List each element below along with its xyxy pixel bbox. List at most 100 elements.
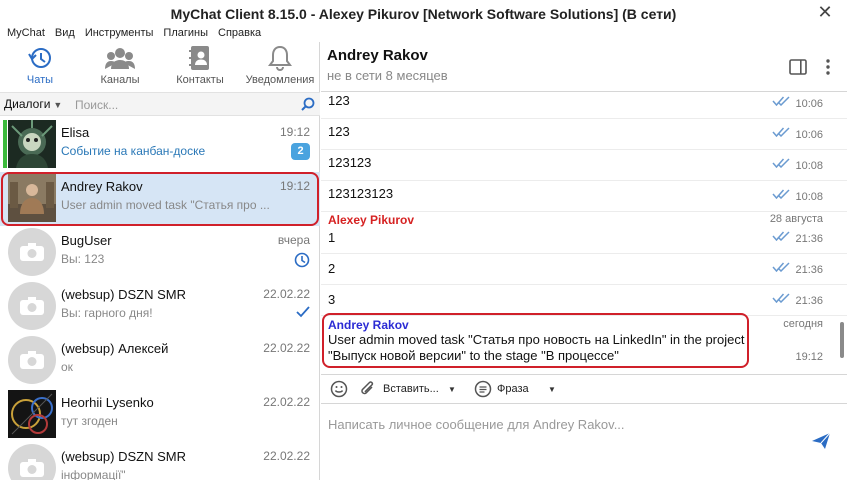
side-panel-icon[interactable]: [789, 59, 807, 78]
history-icon: [0, 45, 80, 71]
message-input[interactable]: Написать личное сообщение для Andrey Rak…: [321, 404, 847, 480]
menu-view[interactable]: Вид: [50, 26, 80, 42]
chat-list-item[interactable]: BugUser вчера Вы: 123: [0, 226, 320, 280]
window-title: MyChat Client 8.15.0 - Alexey Pikurov [N…: [170, 6, 677, 22]
message-text: 123: [328, 124, 350, 139]
avatar: [8, 390, 56, 438]
chevron-down-icon[interactable]: ▼: [448, 385, 456, 394]
phrase-button[interactable]: Фраза: [497, 383, 529, 395]
phrase-icon[interactable]: [474, 380, 492, 401]
camera-placeholder-avatar: [8, 336, 56, 384]
chat-name: (websup) DSZN SMR: [61, 449, 186, 464]
close-button[interactable]: ✕: [815, 2, 835, 23]
chevron-down-icon: ▼: [53, 100, 63, 110]
composer-toolbar: Вставить... ▼ Фраза ▼: [321, 374, 847, 404]
highlight-outline: [322, 313, 749, 368]
check-icon: [296, 306, 310, 321]
chat-list-item[interactable]: (websup) Алексей 22.02.22 ок: [0, 334, 320, 388]
chevron-down-icon[interactable]: ▼: [548, 385, 556, 394]
message-text: 123123123: [328, 186, 394, 201]
dialogs-dropdown[interactable]: Диалоги ▼: [4, 97, 62, 111]
chat-list-item[interactable]: (websup) DSZN SMR 22.02.22 інформації": [0, 442, 320, 480]
menu-bar: MyChat Вид Инструменты Плагины Справка: [0, 26, 266, 42]
chat-time: вчера: [277, 233, 310, 247]
title-bar: MyChat Client 8.15.0 - Alexey Pikurov [N…: [0, 0, 847, 26]
chat-list-item-selected[interactable]: Andrey Rakov 19:12 User admin moved task…: [0, 172, 320, 226]
bell-icon: [240, 45, 320, 71]
chat-time: 22.02.22: [263, 449, 310, 463]
camera-placeholder-avatar: [8, 444, 56, 480]
tab-channels-label: Каналы: [100, 74, 140, 86]
double-check-icon: [772, 95, 790, 109]
chat-name: (websup) Алексей: [61, 341, 169, 356]
menu-tools[interactable]: Инструменты: [80, 26, 159, 42]
double-check-icon: [772, 292, 790, 306]
contacts-icon: [160, 45, 240, 71]
chat-list-item[interactable]: Heorhii Lysenko 22.02.22 тут згоден: [0, 388, 320, 442]
send-icon[interactable]: [811, 432, 831, 453]
double-check-icon: [772, 157, 790, 171]
chat-list-item[interactable]: (websup) DSZN SMR 22.02.22 Вы: гарного д…: [0, 280, 320, 334]
chat-preview: тут згоден: [61, 414, 118, 428]
clock-icon: [294, 252, 310, 271]
chat-name: Elisa: [61, 125, 90, 140]
chat-preview: ок: [61, 360, 73, 374]
message-item: 2 21:36: [321, 254, 847, 285]
message-item: 123123 10:08: [321, 150, 847, 181]
message-time: 10:08: [795, 160, 823, 172]
message-text: 123123: [328, 155, 372, 170]
emoji-icon[interactable]: [330, 380, 348, 401]
tab-chats[interactable]: Чаты: [0, 42, 80, 90]
double-check-icon: [772, 230, 790, 244]
menu-help[interactable]: Справка: [213, 26, 266, 42]
message-time: 21:36: [795, 233, 823, 245]
camera-placeholder-avatar: [8, 282, 56, 330]
message-time: 10:08: [795, 191, 823, 203]
chat-list-item[interactable]: Elisa 19:12 Событие на канбан-доске 2: [0, 118, 320, 172]
chat-time: 22.02.22: [263, 395, 310, 409]
chat-preview: Событие на канбан-доске: [61, 144, 206, 158]
message-item: 123 10:06: [321, 92, 847, 119]
menu-plugins[interactable]: Плагины: [158, 26, 213, 42]
message-time: 19:12: [795, 351, 823, 363]
contact-name: Andrey Rakov: [327, 47, 428, 64]
menu-mychat[interactable]: MyChat: [0, 26, 50, 42]
double-check-icon: [772, 126, 790, 140]
chat-preview: інформації": [61, 468, 126, 480]
tab-contacts[interactable]: Контакты: [160, 42, 240, 90]
message-text: 2: [328, 261, 336, 276]
message-time: 21:36: [795, 295, 823, 307]
contact-status: не в сети 8 месяцев: [327, 68, 448, 83]
search-input[interactable]: Поиск...: [75, 98, 118, 112]
insert-button[interactable]: Вставить...: [383, 383, 439, 395]
chat-list: Elisa 19:12 Событие на канбан-доске 2 An…: [0, 118, 320, 480]
tab-channels[interactable]: Каналы: [80, 42, 160, 90]
highlight-outline: [1, 172, 319, 226]
message-date: сегодня: [783, 318, 823, 330]
paperclip-icon[interactable]: [359, 380, 377, 401]
message-item: 123123123 10:08: [321, 181, 847, 212]
search-icon[interactable]: [301, 97, 315, 114]
message-input-placeholder: Написать личное сообщение для Andrey Rak…: [328, 417, 625, 432]
dialogs-dropdown-label: Диалоги: [4, 97, 51, 111]
message-item: 123 10:06: [321, 119, 847, 150]
message-text: 3: [328, 292, 336, 307]
message-text: 1: [328, 230, 336, 245]
message-item: 3 21:36: [321, 285, 847, 316]
tab-notifications[interactable]: Уведомления: [240, 42, 320, 90]
message-time: 21:36: [795, 264, 823, 276]
tab-chats-label: Чаты: [26, 74, 54, 86]
double-check-icon: [772, 188, 790, 202]
message-text: 123: [328, 93, 350, 108]
left-panel: Чаты Каналы Контакты Уведомления Диалоги…: [0, 42, 320, 480]
conversation-panel: Andrey Rakov не в сети 8 месяцев 123 10:…: [321, 42, 847, 480]
more-menu-icon[interactable]: [825, 58, 831, 79]
chat-name: BugUser: [61, 233, 112, 248]
message-time: 10:06: [795, 98, 823, 110]
message-time: 10:06: [795, 129, 823, 141]
scrollbar-thumb[interactable]: [840, 322, 844, 358]
tab-notifications-label: Уведомления: [245, 74, 315, 86]
chat-time: 22.02.22: [263, 341, 310, 355]
chat-name: Heorhii Lysenko: [61, 395, 154, 410]
dialogs-filter-bar: Диалоги ▼ Поиск...: [0, 92, 320, 116]
